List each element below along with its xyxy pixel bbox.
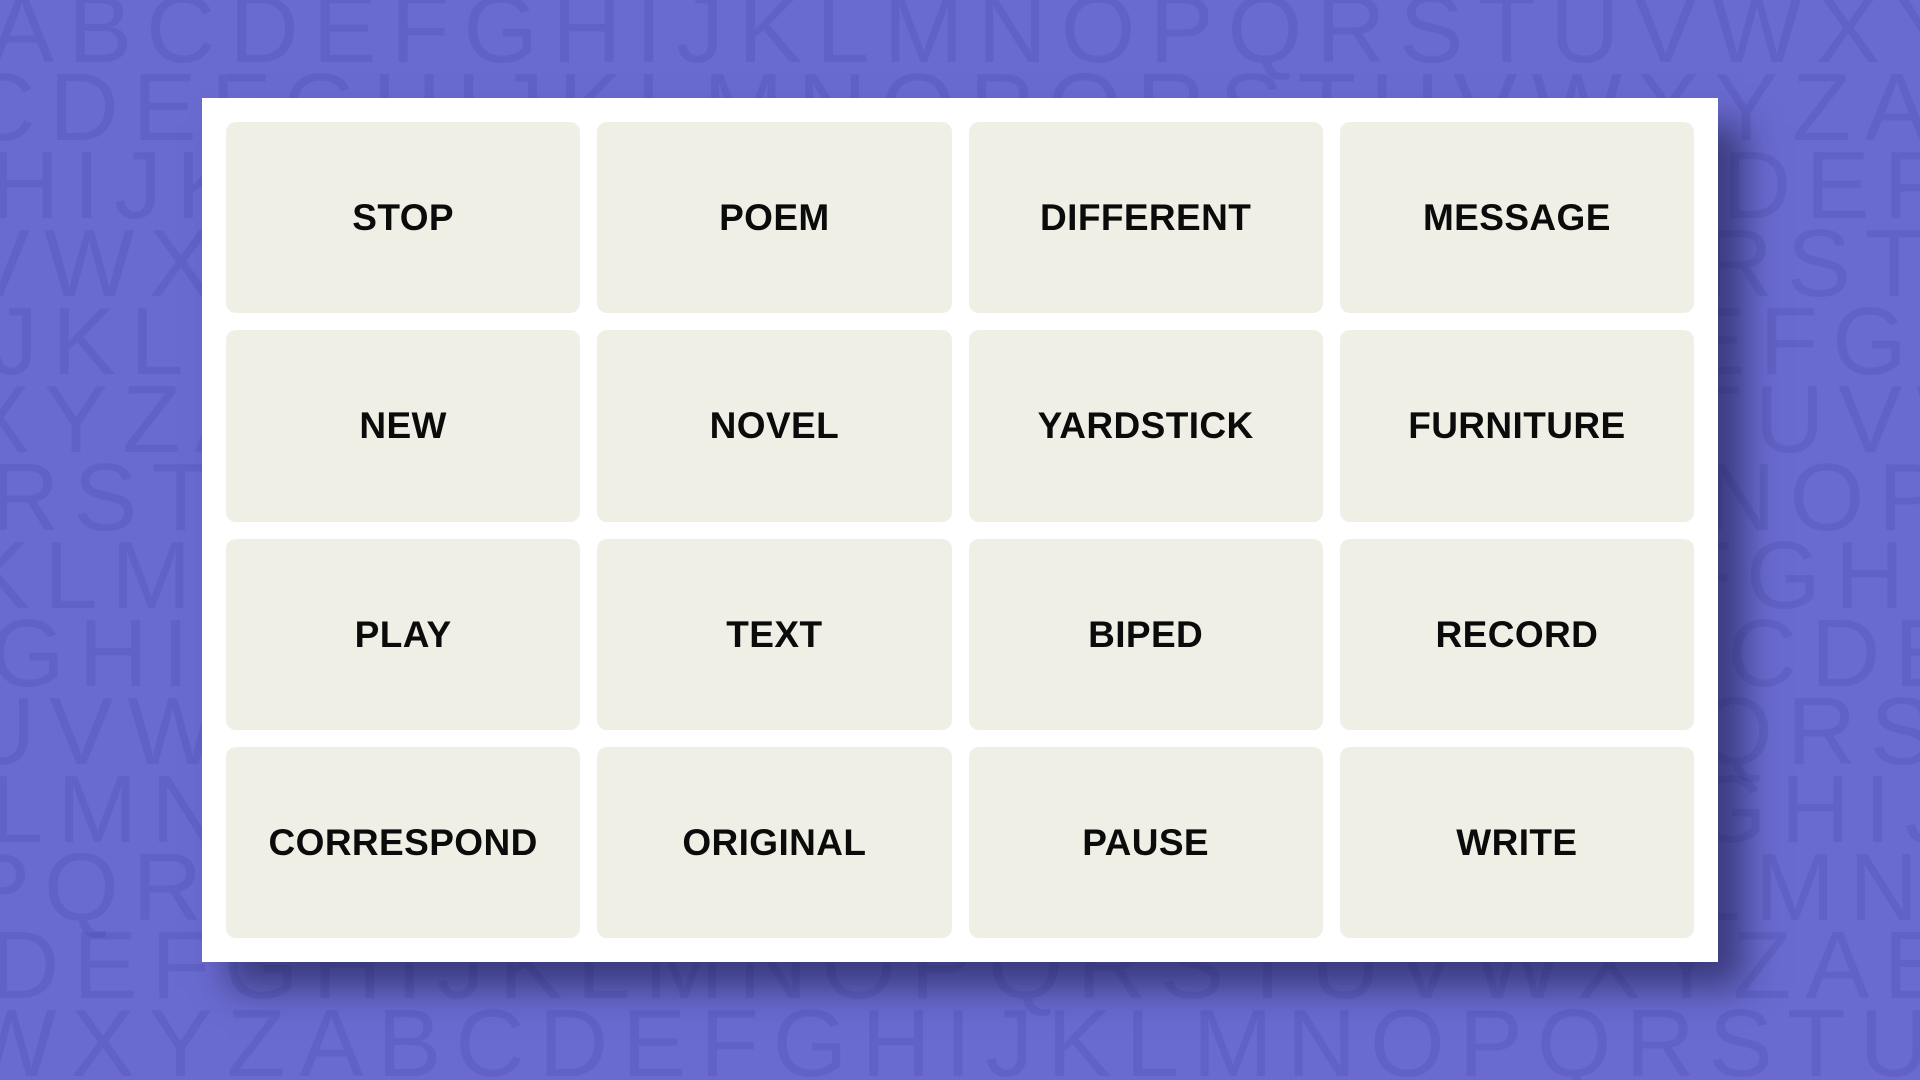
word-tile[interactable]: POEM bbox=[597, 122, 952, 314]
word-tile[interactable]: PAUSE bbox=[968, 746, 1323, 938]
word-tile[interactable]: ORIGINAL bbox=[597, 746, 952, 938]
word-tile[interactable]: MESSAGE bbox=[1339, 122, 1694, 314]
word-tile[interactable]: BIPED bbox=[968, 538, 1323, 730]
word-tile[interactable]: NOVEL bbox=[597, 330, 952, 522]
word-tile-label: CORRESPOND bbox=[268, 821, 538, 863]
word-tile-label: DIFFERENT bbox=[1040, 197, 1252, 239]
word-tile-label: STOP bbox=[352, 197, 454, 239]
word-tile-label: ORIGINAL bbox=[682, 821, 867, 863]
word-tile-label: RECORD bbox=[1435, 613, 1599, 655]
word-tile-label: BIPED bbox=[1088, 613, 1204, 655]
word-tile-label: MESSAGE bbox=[1422, 197, 1611, 239]
word-tile-label: NEW bbox=[359, 405, 447, 447]
word-tile[interactable]: YARDSTICK bbox=[968, 330, 1323, 522]
word-tile[interactable]: RECORD bbox=[1339, 538, 1694, 730]
word-tile-label: TEXT bbox=[726, 613, 823, 655]
word-tile-grid: STOP POEM DIFFERENT MESSAGE NEW NOVEL YARDSTIC… bbox=[226, 122, 1694, 938]
word-tile-label: PAUSE bbox=[1082, 821, 1209, 863]
word-tile[interactable]: STOP bbox=[226, 122, 581, 314]
word-tile-label: YARDSTICK bbox=[1037, 405, 1254, 447]
word-tile-label: WRITE bbox=[1456, 821, 1578, 863]
word-tile-label: FURNITURE bbox=[1408, 405, 1626, 447]
word-tile[interactable]: WRITE bbox=[1339, 746, 1694, 938]
puzzle-card: STOP POEM DIFFERENT MESSAGE NEW NOVEL YARDSTIC… bbox=[202, 98, 1718, 962]
word-tile[interactable]: FURNITURE bbox=[1339, 330, 1694, 522]
word-tile[interactable]: DIFFERENT bbox=[968, 122, 1323, 314]
word-tile[interactable]: CORRESPOND bbox=[226, 746, 581, 938]
word-tile[interactable]: NEW bbox=[226, 330, 581, 522]
background-letter-row: WXYZABCDEFGHIJKLMNOPQRSTUVWXYZAB bbox=[0, 990, 1920, 1080]
word-tile-label: NOVEL bbox=[709, 405, 840, 447]
word-tile[interactable]: PLAY bbox=[226, 538, 581, 730]
word-tile-label: PLAY bbox=[354, 613, 452, 655]
word-tile-label: POEM bbox=[719, 197, 830, 239]
background-letter-row: ABCDEFGHIJKLMNOPQRSTUVWXYZABCDEF bbox=[0, 0, 1920, 83]
word-tile[interactable]: TEXT bbox=[597, 538, 952, 730]
